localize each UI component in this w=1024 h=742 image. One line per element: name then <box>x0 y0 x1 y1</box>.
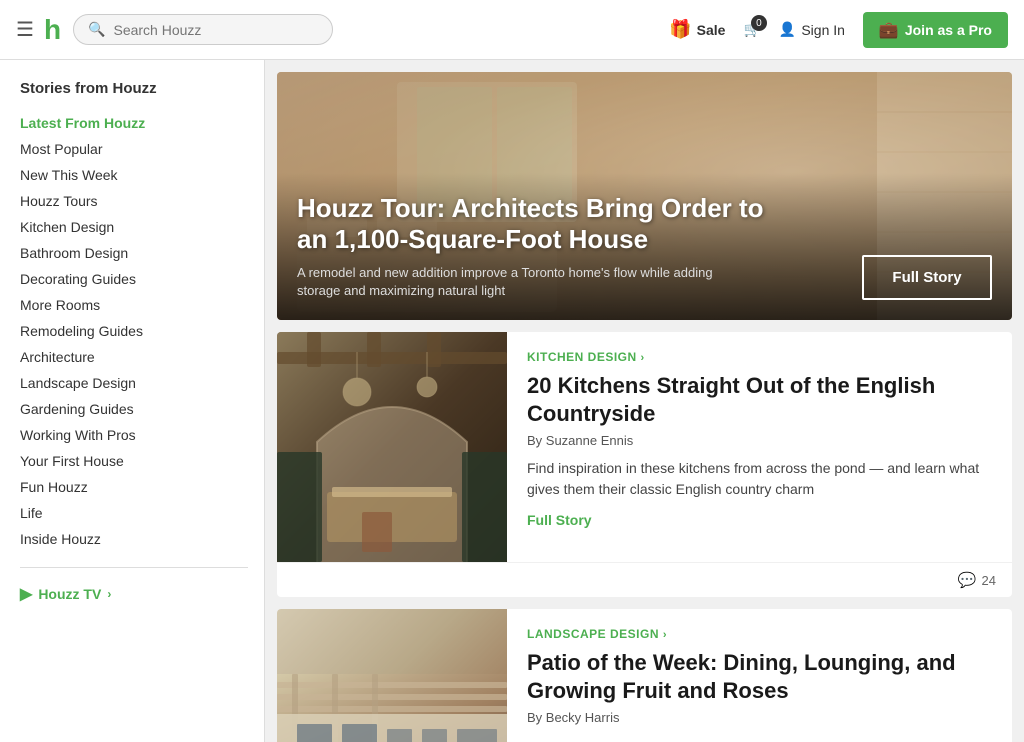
kitchen-art <box>277 332 507 562</box>
hamburger-icon[interactable]: ☰ <box>16 17 34 42</box>
category-arrow-icon-landscape: › <box>663 629 667 641</box>
sidebar-item-architecture[interactable]: Architecture <box>20 345 248 369</box>
cart-button[interactable]: 🛒 0 <box>743 21 760 38</box>
sidebar-item-latest[interactable]: Latest From Houzz <box>20 111 248 135</box>
chevron-right-icon: › <box>107 587 111 601</box>
user-icon: 👤 <box>779 21 796 38</box>
hero-full-story-button[interactable]: Full Story <box>862 255 992 300</box>
briefcase-icon: 💼 <box>879 20 899 40</box>
article-card-kitchen: KITCHEN DESIGN › 20 Kitchens Straight Ou… <box>277 332 1012 597</box>
sidebar-item-rooms[interactable]: More Rooms <box>20 293 248 317</box>
article-thumbnail-kitchen <box>277 332 507 562</box>
article-author-kitchen: By Suzanne Ennis <box>527 433 992 448</box>
main-content: Houzz Tour: Architects Bring Order to an… <box>265 60 1024 742</box>
article-category-kitchen[interactable]: KITCHEN DESIGN › <box>527 350 992 364</box>
sidebar-item-new[interactable]: New This Week <box>20 163 248 187</box>
sidebar-link-rooms[interactable]: More Rooms <box>20 293 248 317</box>
article-card-inner-landscape: LANDSCAPE DESIGN › Patio of the Week: Di… <box>277 609 1012 742</box>
main-layout: Stories from Houzz Latest From Houzz Mos… <box>0 60 1024 742</box>
sidebar-item-decorating[interactable]: Decorating Guides <box>20 267 248 291</box>
search-bar-container: 🔍 <box>73 14 333 45</box>
houzz-logo[interactable]: h <box>44 14 61 46</box>
article-title-landscape: Patio of the Week: Dining, Lounging, and… <box>527 649 992 704</box>
comment-icon: 💬 <box>958 571 977 589</box>
article-title-kitchen: 20 Kitchens Straight Out of the English … <box>527 372 992 427</box>
sidebar-link-architecture[interactable]: Architecture <box>20 345 248 369</box>
landscape-art <box>277 609 507 742</box>
article-author-landscape: By Becky Harris <box>527 710 992 725</box>
article-footer-kitchen: 💬 24 <box>277 562 1012 597</box>
sidebar: Stories from Houzz Latest From Houzz Mos… <box>0 60 265 742</box>
sidebar-link-life[interactable]: Life <box>20 501 248 525</box>
hero-text-block: Houzz Tour: Architects Bring Order to an… <box>297 193 862 300</box>
join-pro-button[interactable]: 💼 Join as a Pro <box>863 12 1008 48</box>
sidebar-link-tours[interactable]: Houzz Tours <box>20 189 248 213</box>
sidebar-item-kitchen[interactable]: Kitchen Design <box>20 215 248 239</box>
sidebar-item-inside[interactable]: Inside Houzz <box>20 527 248 551</box>
sidebar-item-popular[interactable]: Most Popular <box>20 137 248 161</box>
sidebar-item-bathroom[interactable]: Bathroom Design <box>20 241 248 265</box>
sidebar-link-fun[interactable]: Fun Houzz <box>20 475 248 499</box>
sidebar-link-new[interactable]: New This Week <box>20 163 248 187</box>
sidebar-item-remodeling[interactable]: Remodeling Guides <box>20 319 248 343</box>
article-excerpt-kitchen: Find inspiration in these kitchens from … <box>527 458 992 500</box>
hero-overlay: Houzz Tour: Architects Bring Order to an… <box>277 173 1012 320</box>
hero-section: Houzz Tour: Architects Bring Order to an… <box>277 72 1012 320</box>
article-card-landscape: LANDSCAPE DESIGN › Patio of the Week: Di… <box>277 609 1012 742</box>
article-category-landscape[interactable]: LANDSCAPE DESIGN › <box>527 627 992 641</box>
hero-description: A remodel and new addition improve a Tor… <box>297 264 757 300</box>
sidebar-item-tours[interactable]: Houzz Tours <box>20 189 248 213</box>
sidebar-title: Stories from Houzz <box>20 80 248 97</box>
header-left: ☰ h <box>16 14 61 46</box>
sidebar-link-decorating[interactable]: Decorating Guides <box>20 267 248 291</box>
sign-in-label: Sign In <box>801 22 845 38</box>
sidebar-link-bathroom[interactable]: Bathroom Design <box>20 241 248 265</box>
article-body-kitchen: KITCHEN DESIGN › 20 Kitchens Straight Ou… <box>507 332 1012 562</box>
sidebar-divider <box>20 567 248 568</box>
sidebar-item-life[interactable]: Life <box>20 501 248 525</box>
sale-label: Sale <box>697 22 726 38</box>
sidebar-link-popular[interactable]: Most Popular <box>20 137 248 161</box>
join-pro-label: Join as a Pro <box>905 22 992 38</box>
article-thumbnail-landscape <box>277 609 507 742</box>
sidebar-link-latest[interactable]: Latest From Houzz <box>20 111 248 135</box>
sale-button[interactable]: 🎁 Sale <box>669 19 725 40</box>
comment-number: 24 <box>982 573 996 588</box>
sidebar-item-firsthouse[interactable]: Your First House <box>20 449 248 473</box>
sidebar-link-pros[interactable]: Working With Pros <box>20 423 248 447</box>
header-right: 🎁 Sale 🛒 0 👤 Sign In 💼 Join as a Pro <box>669 12 1008 48</box>
houzz-tv-label: Houzz TV <box>38 586 101 602</box>
sidebar-item-fun[interactable]: Fun Houzz <box>20 475 248 499</box>
houzz-tv-link[interactable]: ▶ Houzz TV › <box>20 584 248 604</box>
sign-in-button[interactable]: 👤 Sign In <box>779 21 845 38</box>
sidebar-item-pros[interactable]: Working With Pros <box>20 423 248 447</box>
article-body-landscape: LANDSCAPE DESIGN › Patio of the Week: Di… <box>507 609 1012 742</box>
sidebar-link-gardening[interactable]: Gardening Guides <box>20 397 248 421</box>
cart-badge: 0 <box>751 15 767 31</box>
gift-icon: 🎁 <box>669 19 691 40</box>
sidebar-item-gardening[interactable]: Gardening Guides <box>20 397 248 421</box>
hero-title: Houzz Tour: Architects Bring Order to an… <box>297 193 797 255</box>
article-card-inner: KITCHEN DESIGN › 20 Kitchens Straight Ou… <box>277 332 1012 562</box>
sidebar-link-firsthouse[interactable]: Your First House <box>20 449 248 473</box>
sidebar-link-inside[interactable]: Inside Houzz <box>20 527 248 551</box>
play-icon: ▶ <box>20 584 32 604</box>
full-story-link-kitchen[interactable]: Full Story <box>527 512 592 528</box>
comment-count-kitchen[interactable]: 💬 24 <box>958 571 996 589</box>
sidebar-item-landscape[interactable]: Landscape Design <box>20 371 248 395</box>
sidebar-link-kitchen[interactable]: Kitchen Design <box>20 215 248 239</box>
sidebar-link-remodeling[interactable]: Remodeling Guides <box>20 319 248 343</box>
header: ☰ h 🔍 🎁 Sale 🛒 0 👤 Sign In 💼 Join as a P… <box>0 0 1024 60</box>
search-input[interactable] <box>113 22 318 38</box>
category-arrow-icon: › <box>641 352 645 364</box>
sidebar-link-landscape[interactable]: Landscape Design <box>20 371 248 395</box>
search-icon: 🔍 <box>88 21 105 38</box>
sidebar-nav: Latest From Houzz Most Popular New This … <box>20 111 248 551</box>
